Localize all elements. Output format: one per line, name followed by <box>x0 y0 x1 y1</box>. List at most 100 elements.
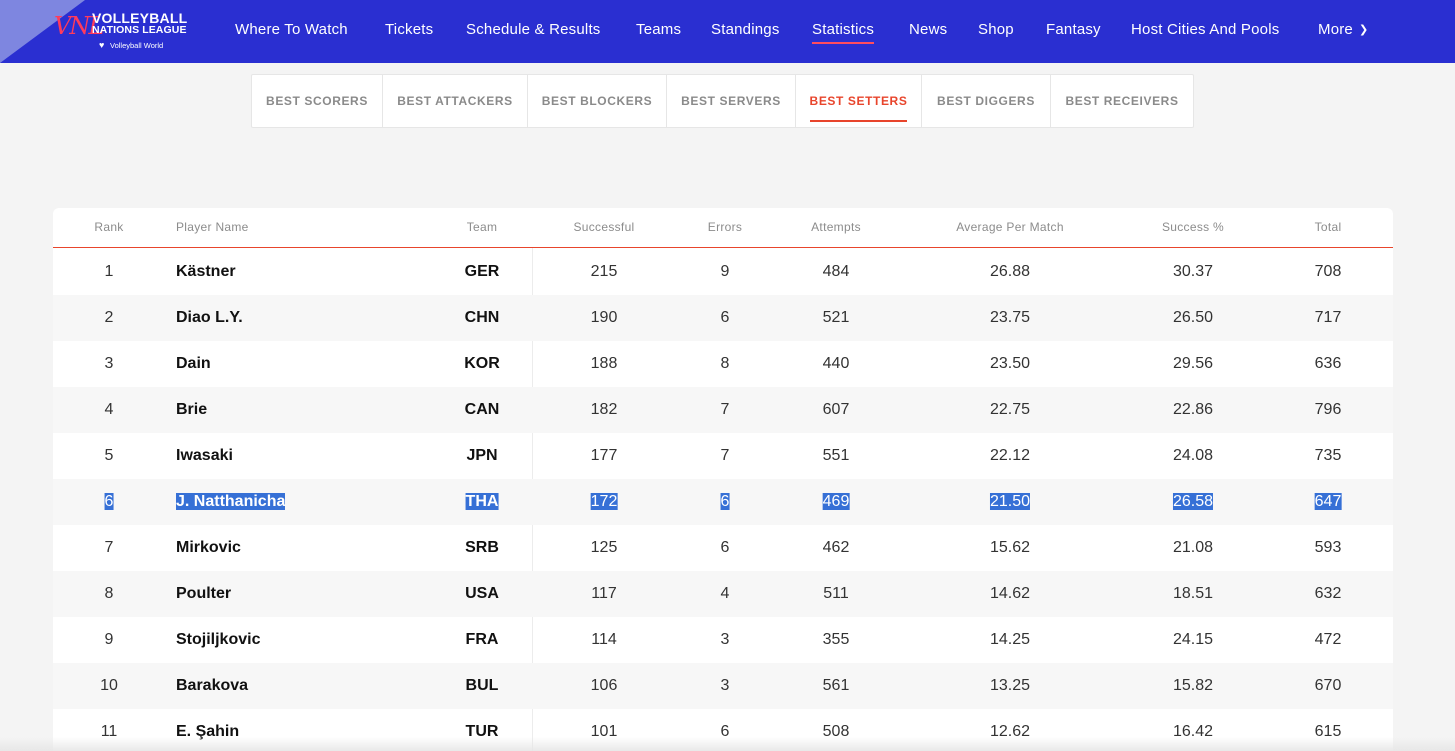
table-row[interactable]: 10 Barakova BUL 106 3 561 13.25 15.82 670 <box>53 663 1393 709</box>
nav-where-to-watch[interactable]: Where To Watch <box>235 21 348 38</box>
cell-successful: 117 <box>591 584 617 604</box>
cell-text: 26.50 <box>1172 309 1214 326</box>
cell-player[interactable]: Dain <box>176 354 211 374</box>
nav-teams[interactable]: Teams <box>636 21 681 38</box>
table-row[interactable]: 4 Brie CAN 182 7 607 22.75 22.86 796 <box>53 387 1393 433</box>
nav-more[interactable]: More ❯ <box>1318 21 1368 38</box>
cell-total: 796 <box>1315 400 1342 420</box>
cell-text: 23.50 <box>989 355 1031 372</box>
cell-player[interactable]: Brie <box>176 400 207 420</box>
cell-text: 593 <box>1314 539 1342 556</box>
nav-tickets[interactable]: Tickets <box>385 21 433 38</box>
cell-text: 796 <box>1314 401 1342 418</box>
cell-team[interactable]: GER <box>465 262 500 282</box>
cell-text: Mirkovic <box>176 539 241 556</box>
nav-host-cities[interactable]: Host Cities And Pools <box>1131 21 1279 38</box>
cell-successful: 172 <box>590 492 618 512</box>
tab-best-blockers[interactable]: BEST BLOCKERS <box>528 75 667 127</box>
header-attempts[interactable]: Attempts <box>811 220 861 234</box>
cell-team[interactable]: KOR <box>464 354 500 374</box>
table-row[interactable]: 3 Dain KOR 188 8 440 23.50 29.56 636 <box>53 341 1393 387</box>
nav-statistics[interactable]: Statistics <box>812 21 875 44</box>
tab-best-servers[interactable]: BEST SERVERS <box>667 75 796 127</box>
cell-text: 4 <box>104 401 114 418</box>
cell-rank: 9 <box>105 630 114 650</box>
nav-news[interactable]: News <box>909 21 947 38</box>
cell-successful: 182 <box>591 400 618 420</box>
vnl-logo[interactable]: VNL VOLLEYBALL NATIONS LEAGUE ♥ Volleyba… <box>54 10 204 54</box>
nav-schedule-results[interactable]: Schedule & Results <box>466 21 601 38</box>
cell-player[interactable]: Poulter <box>176 584 231 604</box>
cell-player[interactable]: Iwasaki <box>176 446 233 466</box>
cell-text: 15.62 <box>989 539 1031 556</box>
cell-text: 717 <box>1314 309 1342 326</box>
cell-total: 735 <box>1315 446 1342 466</box>
cell-text: USA <box>465 585 499 602</box>
cell-text: Stojiljkovic <box>176 631 261 648</box>
tab-label: BEST SETTERS <box>809 94 908 122</box>
cell-player[interactable]: Stojiljkovic <box>176 630 260 650</box>
cell-player[interactable]: J. Natthanicha <box>176 492 286 512</box>
cell-rank: 8 <box>105 584 114 604</box>
cell-rank: 1 <box>105 262 114 282</box>
logo-line-3: Volleyball World <box>110 41 164 50</box>
table-row[interactable]: 2 Diao L.Y. CHN 190 6 521 23.75 26.50 717 <box>53 295 1393 341</box>
cell-player[interactable]: Diao L.Y. <box>176 308 243 328</box>
cell-text: 22.75 <box>989 401 1031 418</box>
cell-text: 670 <box>1314 677 1342 694</box>
header-errors[interactable]: Errors <box>708 220 742 234</box>
table-row[interactable]: 5 Iwasaki JPN 177 7 551 22.12 24.08 735 <box>53 433 1393 479</box>
cell-player[interactable]: Barakova <box>176 676 248 696</box>
cell-team[interactable]: SRB <box>465 538 499 558</box>
cell-player[interactable]: Mirkovic <box>176 538 241 558</box>
cell-rank: 7 <box>105 538 114 558</box>
table-row[interactable]: 6 J. Natthanicha THA 172 6 469 21.50 26.58 647 <box>53 479 1393 525</box>
table-row[interactable]: 1 Kästner GER 215 9 484 26.88 30.37 708 <box>53 249 1393 295</box>
cell-text: 21.50 <box>989 493 1031 510</box>
cell-rank: 2 <box>105 308 114 328</box>
cell-team[interactable]: USA <box>465 584 499 604</box>
cell-text: Poulter <box>176 585 232 602</box>
table-row[interactable]: 9 Stojiljkovic FRA 114 3 355 14.25 24.15 472 <box>53 617 1393 663</box>
cell-text: 6 <box>104 493 114 510</box>
cell-team[interactable]: THA <box>465 492 499 512</box>
cell-text: 15.82 <box>1172 677 1214 694</box>
cell-text: 177 <box>590 447 618 464</box>
cell-text: 462 <box>822 539 850 556</box>
cell-success-pct: 18.51 <box>1173 584 1213 604</box>
cell-text: 3 <box>104 355 114 372</box>
tab-best-receivers[interactable]: BEST RECEIVERS <box>1051 75 1193 127</box>
cell-team[interactable]: CHN <box>465 308 500 328</box>
cell-text: 647 <box>1314 493 1342 510</box>
table-row[interactable]: 8 Poulter USA 117 4 511 14.62 18.51 632 <box>53 571 1393 617</box>
tab-best-scorers[interactable]: BEST SCORERS <box>252 75 383 127</box>
header-rank[interactable]: Rank <box>94 220 123 234</box>
header-success-pct[interactable]: Success % <box>1162 220 1224 234</box>
nav-fantasy[interactable]: Fantasy <box>1046 21 1101 38</box>
tab-best-attackers[interactable]: BEST ATTACKERS <box>383 75 528 127</box>
header-team[interactable]: Team <box>467 220 498 234</box>
header-total[interactable]: Total <box>1315 220 1342 234</box>
table-row[interactable]: 7 Mirkovic SRB 125 6 462 15.62 21.08 593 <box>53 525 1393 571</box>
tab-best-setters[interactable]: BEST SETTERS <box>796 75 922 127</box>
header-average-per-match[interactable]: Average Per Match <box>956 220 1064 234</box>
tab-best-diggers[interactable]: BEST DIGGERS <box>922 75 1051 127</box>
nav-shop[interactable]: Shop <box>978 21 1014 38</box>
cell-text: 521 <box>822 309 850 326</box>
cell-text: 30.37 <box>1172 263 1214 280</box>
tab-label: BEST SCORERS <box>266 94 368 108</box>
cell-team[interactable]: CAN <box>465 400 500 420</box>
cell-player[interactable]: Kästner <box>176 262 236 282</box>
header-player-name[interactable]: Player Name <box>176 220 249 234</box>
cell-text: GER <box>464 263 500 280</box>
nav-standings[interactable]: Standings <box>711 21 780 38</box>
cell-team[interactable]: FRA <box>466 630 499 650</box>
header-successful[interactable]: Successful <box>573 220 634 234</box>
cell-team[interactable]: BUL <box>466 676 499 696</box>
best-setters-table: Rank Player Name Team Successful Errors … <box>53 208 1393 751</box>
cell-text: CAN <box>464 401 500 418</box>
cell-avg: 14.62 <box>990 584 1030 604</box>
cell-errors: 3 <box>721 676 730 696</box>
cell-team[interactable]: JPN <box>466 446 497 466</box>
cell-text: Brie <box>176 401 208 418</box>
